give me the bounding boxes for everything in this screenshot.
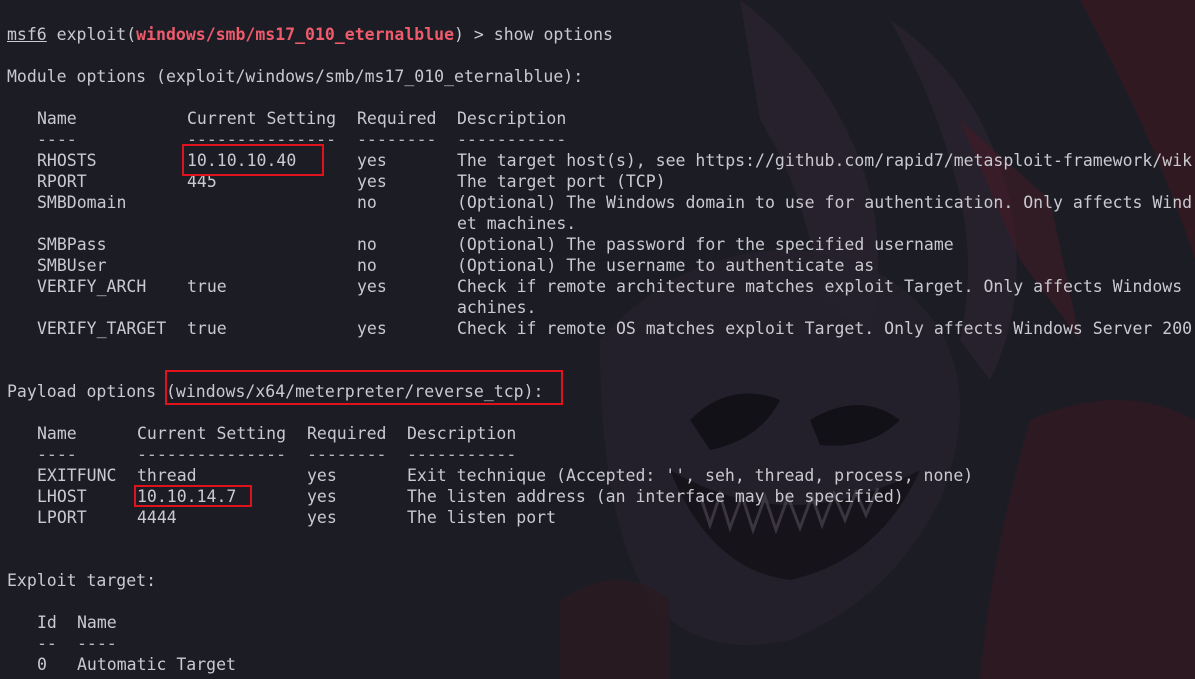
option-required: yes xyxy=(307,487,337,506)
option-description: (Optional) The Windows domain to use for… xyxy=(457,193,1193,212)
option-name: VERIFY_ARCH xyxy=(37,277,147,296)
option-required: no xyxy=(357,256,377,275)
rhosts-highlight-box xyxy=(182,144,324,176)
payload-header-required: Required xyxy=(307,424,387,443)
option-name: SMBDomain xyxy=(37,193,127,212)
prompt-exploit-word: exploit( xyxy=(46,25,137,44)
module-options-heading: Module options (exploit/windows/smb/ms17… xyxy=(7,67,584,86)
command-prompt: msf6 exploit(windows/smb/ms17_010_eterna… xyxy=(7,24,613,45)
payload-dash-description: ----------- xyxy=(407,445,517,464)
option-required: yes xyxy=(357,151,387,170)
option-name: SMBUser xyxy=(37,256,107,275)
option-name: LPORT xyxy=(37,508,87,527)
prompt-module-name: windows/smb/ms17_010_eternalblue xyxy=(136,25,455,44)
option-required: no xyxy=(357,193,377,212)
option-name: RHOSTS xyxy=(37,151,97,170)
target-dash-name: ---- xyxy=(77,634,117,653)
payload-header-setting: Current Setting xyxy=(137,424,287,443)
option-required: yes xyxy=(307,508,337,527)
prompt-prefix: msf6 xyxy=(7,25,47,44)
option-name: SMBPass xyxy=(37,235,107,254)
payload-dash-setting: --------------- xyxy=(137,445,287,464)
option-description: Check if remote OS matches exploit Targe… xyxy=(457,319,1193,338)
module-header-setting: Current Setting xyxy=(187,109,337,128)
option-description: et machines. xyxy=(457,214,577,233)
option-description: The target port (TCP) xyxy=(457,172,666,191)
target-header-id: Id xyxy=(37,613,57,632)
payload-dash-required: -------- xyxy=(307,445,387,464)
target-name: Automatic Target xyxy=(77,655,236,674)
prompt-close: ) xyxy=(454,25,464,44)
module-header-name: Name xyxy=(37,109,77,128)
terminal-output: msf6 exploit(windows/smb/ms17_010_eterna… xyxy=(0,0,1195,679)
option-setting: thread xyxy=(137,466,197,485)
target-dash-id: -- xyxy=(37,634,57,653)
exploit-target-heading: Exploit target: xyxy=(7,571,157,590)
payload-header-description: Description xyxy=(407,424,517,443)
option-description: (Optional) The username to authenticate … xyxy=(457,256,875,275)
module-header-description: Description xyxy=(457,109,567,128)
option-setting: true xyxy=(187,319,227,338)
option-setting: true xyxy=(187,277,227,296)
module-header-required: Required xyxy=(357,109,437,128)
option-required: yes xyxy=(357,277,387,296)
module-dash-description: ----------- xyxy=(457,130,567,149)
module-dash-name: ---- xyxy=(37,130,77,149)
option-name: VERIFY_TARGET xyxy=(37,319,167,338)
option-name: LHOST xyxy=(37,487,87,506)
option-name: RPORT xyxy=(37,172,87,191)
target-header-name: Name xyxy=(77,613,117,632)
option-required: yes xyxy=(307,466,337,485)
payload-header-name: Name xyxy=(37,424,77,443)
target-id: 0 xyxy=(37,655,47,674)
lhost-highlight-box xyxy=(134,485,252,507)
option-description: Exit technique (Accepted: '', seh, threa… xyxy=(407,466,974,485)
prompt-command: > show options xyxy=(463,25,613,44)
option-description: Check if remote architecture matches exp… xyxy=(457,277,1183,296)
payload-options-label: Payload options xyxy=(7,382,166,401)
module-dash-required: -------- xyxy=(357,130,437,149)
option-description: The listen port xyxy=(407,508,557,527)
option-required: no xyxy=(357,235,377,254)
option-setting: 4444 xyxy=(137,508,177,527)
payload-highlight-box xyxy=(165,370,563,405)
option-description: The target host(s), see https://github.c… xyxy=(457,151,1193,170)
payload-dash-name: ---- xyxy=(37,445,77,464)
option-name: EXITFUNC xyxy=(37,466,117,485)
option-required: yes xyxy=(357,319,387,338)
option-description: (Optional) The password for the specifie… xyxy=(457,235,954,254)
option-required: yes xyxy=(357,172,387,191)
option-description: The listen address (an interface may be … xyxy=(407,487,904,506)
option-description: achines. xyxy=(457,298,537,317)
